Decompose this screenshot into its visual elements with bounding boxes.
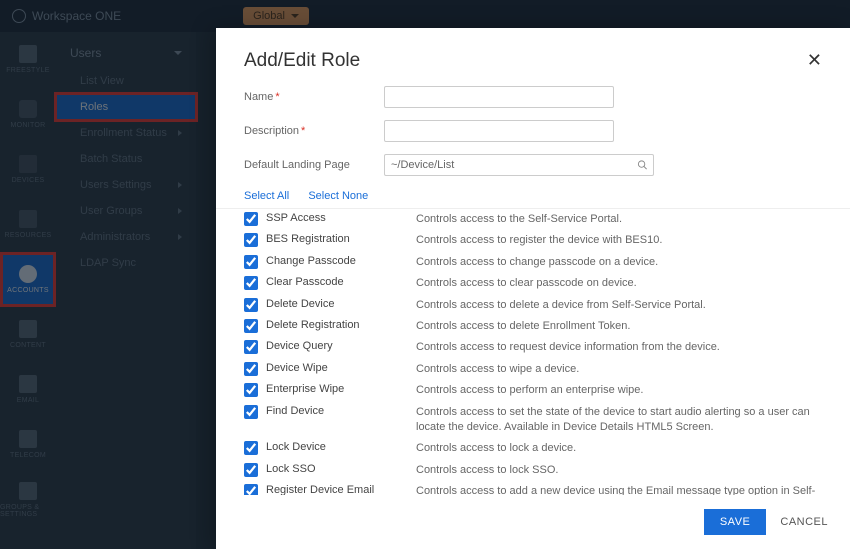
select-all-link[interactable]: Select All <box>244 190 289 202</box>
default-landing-page-label: Default Landing Page <box>244 159 384 171</box>
permission-name: Delete Registration <box>266 319 416 331</box>
permission-row: Change PasscodeControls access to change… <box>244 252 822 273</box>
permission-checkbox[interactable] <box>244 463 258 477</box>
name-label: Name* <box>244 91 384 103</box>
permission-checkbox[interactable] <box>244 383 258 397</box>
permission-name: Register Device Email <box>266 484 416 495</box>
permission-checkbox[interactable] <box>244 255 258 269</box>
permission-description: Controls access to lock a device. <box>416 441 822 456</box>
description-label: Description* <box>244 125 384 137</box>
permission-checkbox[interactable] <box>244 276 258 290</box>
close-icon[interactable]: ✕ <box>807 50 822 71</box>
permission-checkbox[interactable] <box>244 233 258 247</box>
permission-checkbox[interactable] <box>244 298 258 312</box>
permission-checkbox[interactable] <box>244 362 258 376</box>
permission-row: Clear PasscodeControls access to clear p… <box>244 273 822 294</box>
permission-description: Controls access to change passcode on a … <box>416 255 822 270</box>
permission-description: Controls access to delete a device from … <box>416 298 822 313</box>
permission-description: Controls access to add a new device usin… <box>416 484 822 495</box>
description-input[interactable] <box>384 120 614 142</box>
search-icon[interactable] <box>637 160 648 171</box>
permission-description: Controls access to request device inform… <box>416 340 822 355</box>
permission-row: Lock SSOControls access to lock SSO. <box>244 460 822 481</box>
permission-name: BES Registration <box>266 233 416 245</box>
permissions-list: SSP AccessControls access to the Self-Se… <box>216 208 850 495</box>
permission-name: Enterprise Wipe <box>266 383 416 395</box>
select-none-link[interactable]: Select None <box>308 190 368 202</box>
permission-checkbox[interactable] <box>244 484 258 495</box>
permission-description: Controls access to register the device w… <box>416 233 822 248</box>
permission-row: Device QueryControls access to request d… <box>244 337 822 358</box>
permission-name: Lock SSO <box>266 463 416 475</box>
permission-name: Find Device <box>266 405 416 417</box>
default-landing-page-input[interactable] <box>384 154 654 176</box>
permission-description: Controls access to wipe a device. <box>416 362 822 377</box>
save-button[interactable]: SAVE <box>704 509 767 535</box>
permission-name: Change Passcode <box>266 255 416 267</box>
permission-name: Clear Passcode <box>266 276 416 288</box>
permission-row: Device WipeControls access to wipe a dev… <box>244 359 822 380</box>
permission-row: Delete DeviceControls access to delete a… <box>244 295 822 316</box>
permission-description: Controls access to clear passcode on dev… <box>416 276 822 291</box>
permission-checkbox[interactable] <box>244 212 258 226</box>
permission-description: Controls access to lock SSO. <box>416 463 822 478</box>
add-edit-role-modal: Add/Edit Role ✕ Name* Description* Defau… <box>216 28 850 549</box>
permission-checkbox[interactable] <box>244 405 258 419</box>
permission-row: Delete RegistrationControls access to de… <box>244 316 822 337</box>
permission-name: Device Wipe <box>266 362 416 374</box>
name-input[interactable] <box>384 86 614 108</box>
permission-name: SSP Access <box>266 212 416 224</box>
modal-title: Add/Edit Role <box>244 50 360 72</box>
permission-name: Lock Device <box>266 441 416 453</box>
permission-row: BES RegistrationControls access to regis… <box>244 230 822 251</box>
permission-row: Find DeviceControls access to set the st… <box>244 402 822 439</box>
permission-row: SSP AccessControls access to the Self-Se… <box>244 209 822 230</box>
permission-description: Controls access to perform an enterprise… <box>416 383 822 398</box>
permission-checkbox[interactable] <box>244 319 258 333</box>
permission-description: Controls access to the Self-Service Port… <box>416 212 822 227</box>
permission-description: Controls access to delete Enrollment Tok… <box>416 319 822 334</box>
permission-checkbox[interactable] <box>244 441 258 455</box>
cancel-button[interactable]: CANCEL <box>780 516 828 528</box>
permission-checkbox[interactable] <box>244 340 258 354</box>
permission-row: Lock DeviceControls access to lock a dev… <box>244 438 822 459</box>
permission-name: Device Query <box>266 340 416 352</box>
permission-description: Controls access to set the state of the … <box>416 405 822 436</box>
permission-row: Register Device EmailControls access to … <box>244 481 822 495</box>
permission-name: Delete Device <box>266 298 416 310</box>
permission-row: Enterprise WipeControls access to perfor… <box>244 380 822 401</box>
